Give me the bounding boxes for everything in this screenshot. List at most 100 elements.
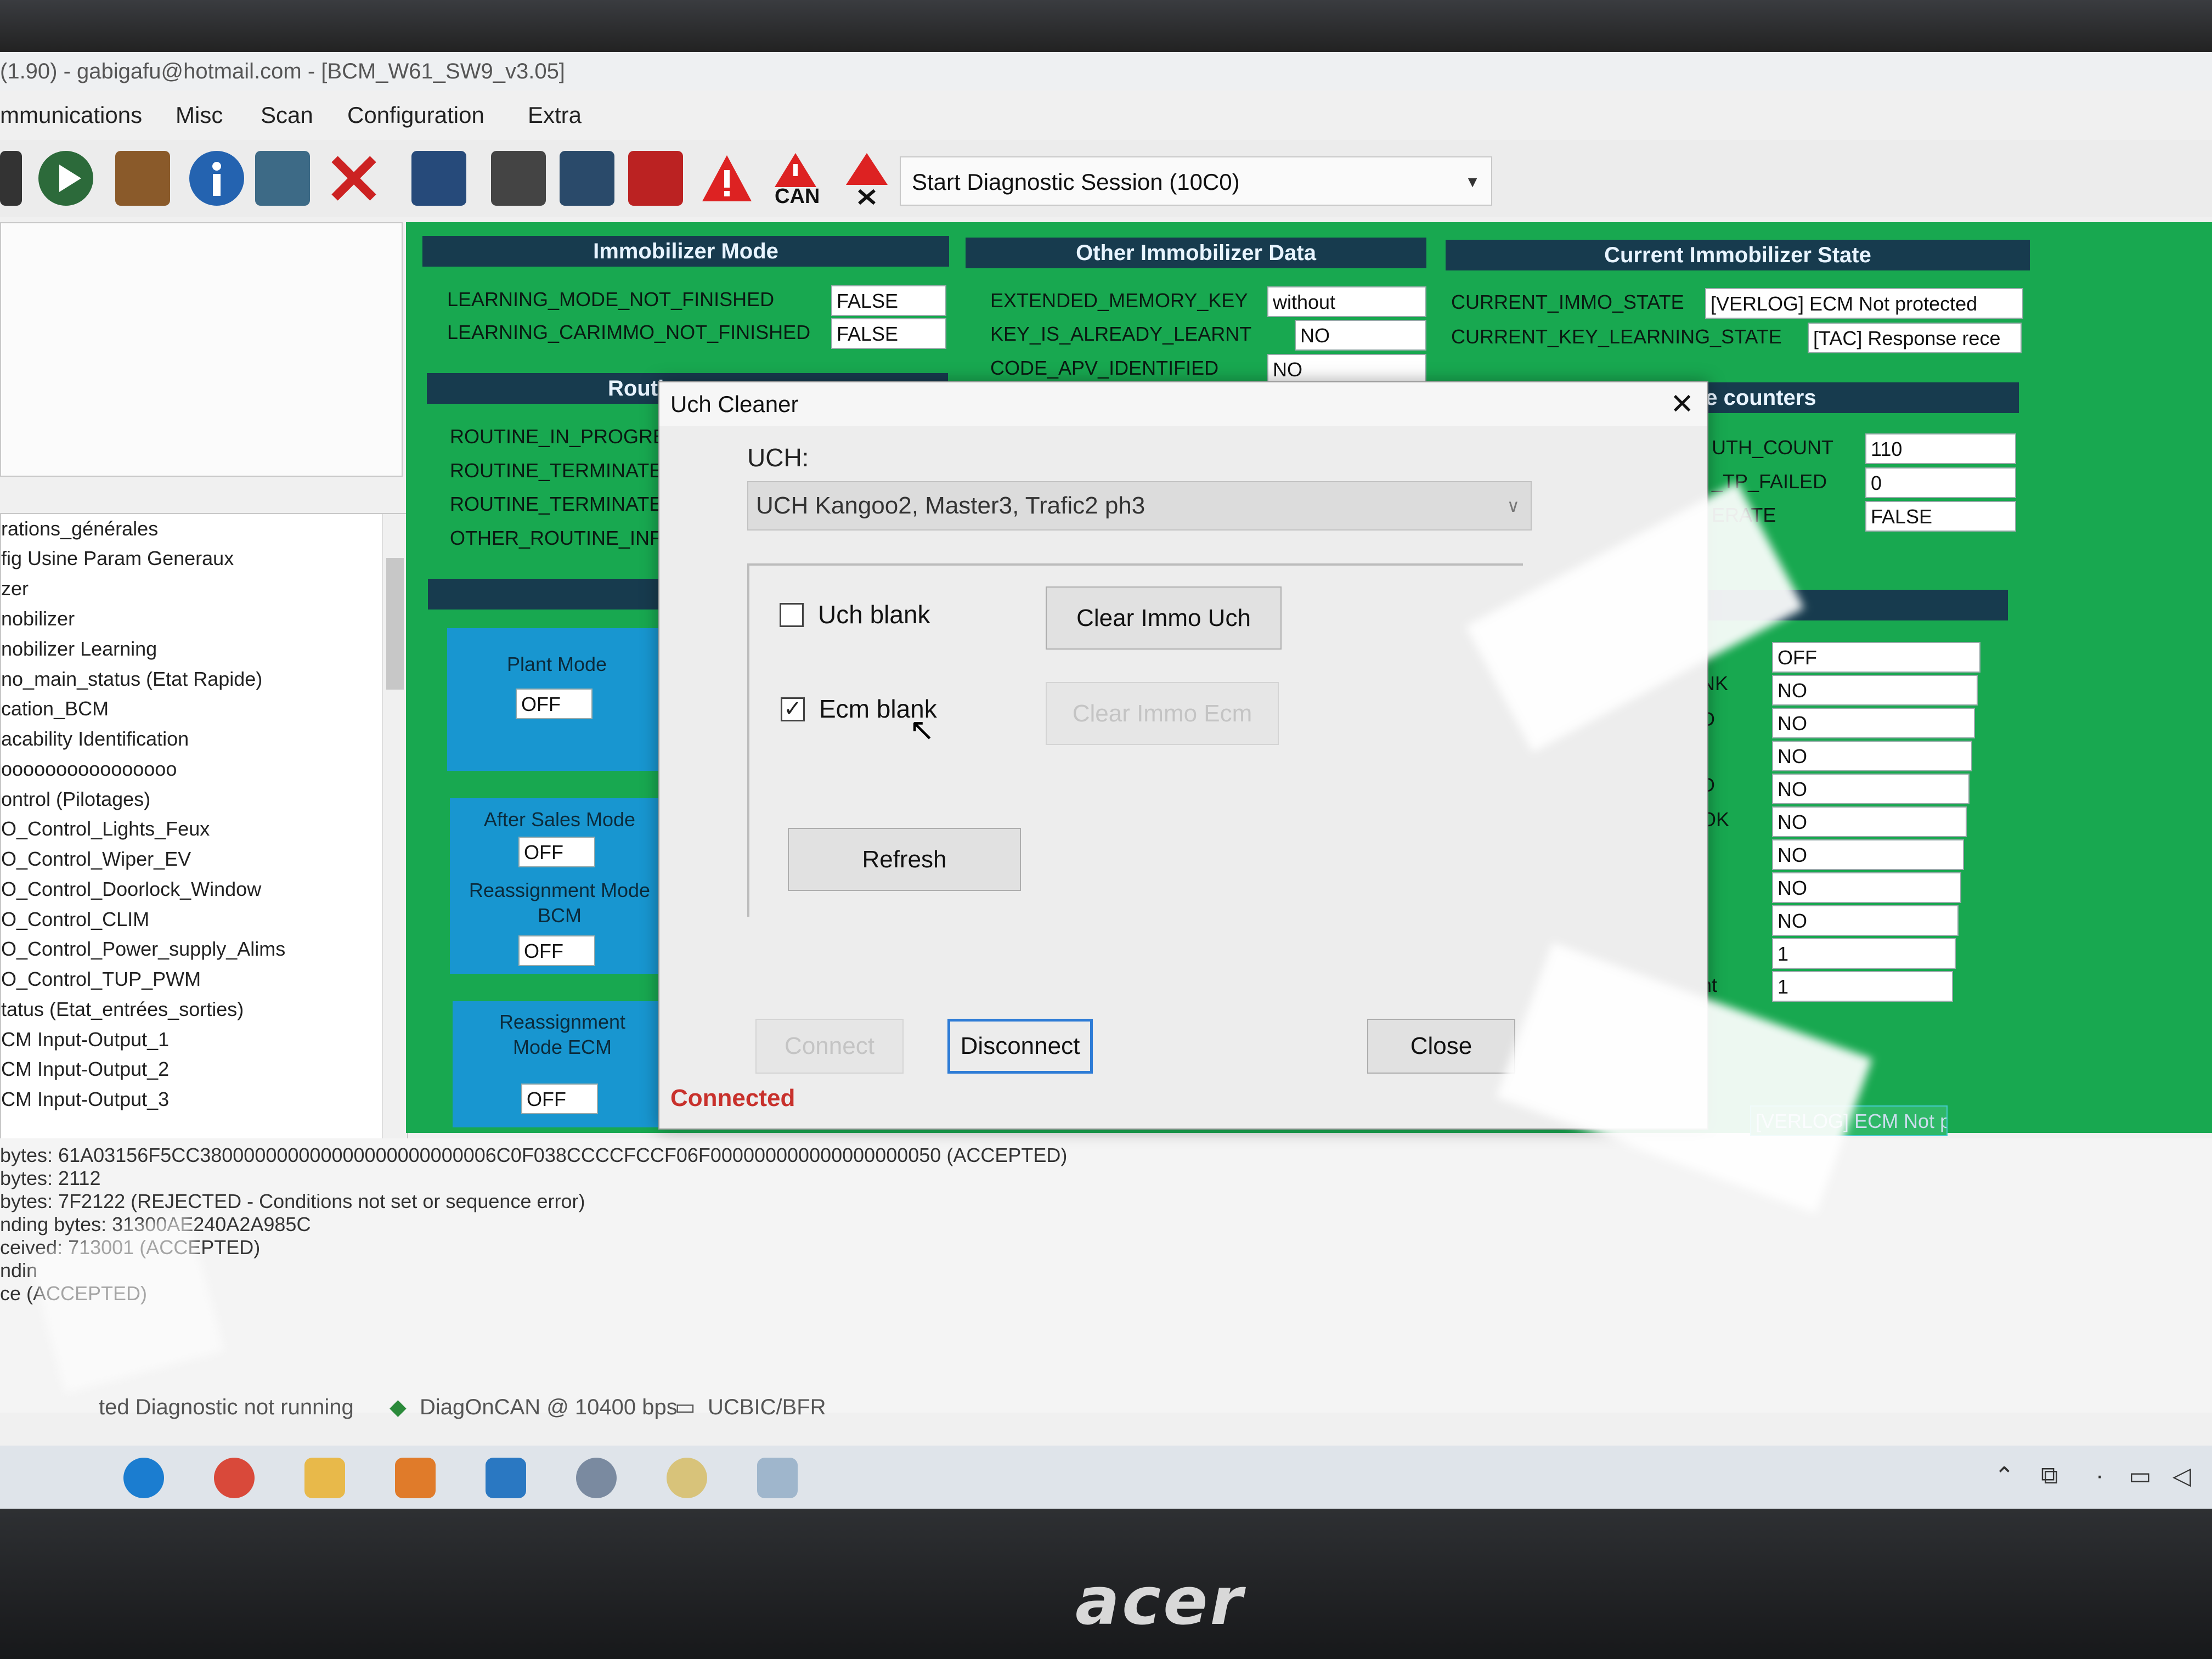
app-icon[interactable] [576, 1458, 617, 1498]
battery-icon[interactable]: ▭ [2129, 1462, 2152, 1490]
can-warning-icon[interactable]: CAN [768, 151, 823, 208]
warning-icon[interactable] [699, 151, 754, 206]
play-icon[interactable] [38, 151, 93, 206]
can-label: CAN [775, 185, 820, 208]
tree-item[interactable]: no_main_status (Etat Rapide) [1, 668, 262, 691]
office-icon[interactable] [395, 1458, 436, 1498]
tree-item[interactable]: ontrol (Pilotages) [1, 788, 150, 811]
tree-scroll-thumb[interactable] [386, 558, 404, 690]
learning-mode-value: FALSE [831, 285, 946, 316]
right-value: NO [1772, 774, 1970, 804]
learning-carimmo-label: LEARNING_CARIMMO_NOT_FINISHED [447, 321, 811, 343]
gear-icon[interactable] [115, 151, 170, 206]
tree-item[interactable]: O_Control_TUP_PWM [1, 968, 201, 991]
tp-failed-value: 0 [1865, 467, 2016, 498]
info-icon[interactable] [189, 151, 244, 206]
refresh-button[interactable]: Refresh [788, 828, 1021, 891]
clear-immo-uch-button[interactable]: Clear Immo Uch [1046, 586, 1282, 650]
options-group: Uch blank Clear Immo Uch ✓ Ecm blank Cle… [747, 563, 1523, 917]
vehicle-icon[interactable] [255, 151, 310, 206]
mail-icon[interactable] [486, 1458, 526, 1498]
tree-item[interactable]: cation_BCM [1, 697, 109, 720]
ucbic-status: UCBIC/BFR [708, 1395, 826, 1419]
app-icon-3[interactable] [757, 1458, 798, 1498]
bus-status: DiagOnCAN @ 10400 bps [420, 1395, 678, 1419]
tree-item[interactable]: O_Control_CLIM [1, 908, 149, 931]
tree-item[interactable]: fig Usine Param Generaux [1, 547, 234, 570]
toolbar: CAN Start Diagnostic Session (10C0) ▼ [0, 140, 2212, 217]
chrome-icon[interactable] [214, 1458, 255, 1498]
learning-mode-label: LEARNING_MODE_NOT_FINISHED [447, 288, 775, 311]
bus-icon: ◆ [390, 1395, 407, 1419]
tree-item[interactable]: nobilizer [1, 607, 75, 630]
log-panel: bytes: 61A03156F5CC380000000000000000000… [0, 1138, 2212, 1413]
ecu-chip-icon[interactable] [491, 151, 546, 206]
laptop-bezel-top [0, 0, 2212, 52]
tree-item[interactable]: CM Input-Output_1 [1, 1028, 169, 1051]
right-value: 1 [1772, 971, 1953, 1002]
tree-item[interactable]: oooooooooooooooo [1, 758, 177, 781]
menu-communications[interactable]: mmunications [0, 96, 142, 134]
auth-count-value: 110 [1865, 433, 2016, 464]
right-value: NO [1772, 872, 1961, 903]
tree-scrollbar[interactable] [382, 514, 407, 1183]
right-value: NO [1772, 905, 1959, 936]
app-icon-2[interactable] [667, 1458, 707, 1498]
erate-value: FALSE [1865, 501, 2016, 532]
disconnect-icon[interactable] [326, 151, 381, 206]
tree-item[interactable]: O_Control_Power_supply_Alims [1, 938, 285, 961]
taskbar: ⌃ ⧉ · ▭ ◁ [0, 1446, 2212, 1509]
uch-blank-checkbox[interactable] [780, 603, 804, 627]
status-bar: ted Diagnostic not running ◆ DiagOnCAN @… [0, 1391, 2212, 1424]
uch-model-value: UCH Kangoo2, Master3, Trafic2 ph3 [756, 492, 1146, 519]
plant-mode-box: Plant Mode OFF [447, 628, 667, 771]
uch-model-select[interactable]: UCH Kangoo2, Master3, Trafic2 ph3 ∨ [747, 481, 1532, 531]
right-value: OFF [1772, 642, 1980, 673]
uch-blank-label: Uch blank [818, 600, 930, 629]
menu-configuration[interactable]: Configuration [347, 96, 484, 134]
tree-item[interactable]: tatus (Etat_entrées_sorties) [1, 998, 244, 1021]
tree-item[interactable]: zer [1, 577, 29, 600]
tree-item[interactable]: rations_générales [1, 517, 158, 540]
key-icon[interactable] [628, 151, 683, 206]
close-button[interactable]: Close [1367, 1019, 1515, 1074]
after-sales-mode-value: OFF [518, 837, 595, 867]
key-learnt-value: NO [1295, 320, 1426, 351]
diagnostic-session-select[interactable]: Start Diagnostic Session (10C0) ▼ [900, 156, 1492, 206]
clear-warning-icon[interactable] [839, 151, 894, 206]
edge-icon[interactable] [123, 1458, 164, 1498]
folder-icon[interactable] [304, 1458, 345, 1498]
chevron-down-icon: ▼ [1465, 173, 1480, 190]
speaker-icon[interactable]: ◁ [2172, 1462, 2191, 1490]
menu-extra[interactable]: Extra [528, 96, 582, 134]
right-value: NO [1772, 741, 1972, 771]
tree-item[interactable]: O_Control_Doorlock_Window [1, 878, 261, 901]
connect-button[interactable]: Connect [755, 1019, 904, 1074]
reassign-bcm-label: Reassignment Mode BCM [469, 879, 651, 927]
binoculars-icon[interactable] [411, 151, 466, 206]
acer-logo: acer [1075, 1564, 1245, 1640]
chevron-down-icon: ∨ [1506, 496, 1520, 516]
reassign-ecm-box: Reassignment Mode ECM OFF [453, 1001, 672, 1127]
module-icon[interactable] [560, 151, 614, 206]
ecm-blank-checkbox[interactable]: ✓ [781, 697, 805, 721]
function-tree: rations_générales fig Usine Param Genera… [0, 513, 408, 1184]
clear-immo-ecm-button[interactable]: Clear Immo Ecm [1046, 682, 1279, 745]
menu-scan[interactable]: Scan [261, 96, 313, 134]
menu-misc[interactable]: Misc [176, 96, 223, 134]
tree-item[interactable]: CM Input-Output_2 [1, 1058, 169, 1081]
routine-row: ROUTINE_TERMINATED [450, 493, 677, 515]
close-icon[interactable]: ✕ [1670, 382, 1694, 426]
tree-item[interactable]: O_Control_Wiper_EV [1, 848, 191, 871]
after-sales-mode-label: After Sales Mode [483, 808, 636, 831]
uch-label: UCH: [747, 443, 809, 472]
network-icon[interactable]: ⧉ [2041, 1462, 2058, 1489]
tray-chevron-up-icon[interactable]: ⌃ [1994, 1462, 2015, 1490]
tree-item[interactable]: nobilizer Learning [1, 637, 157, 661]
stop-icon[interactable] [0, 151, 22, 206]
window-titlebar: (1.90) - gabigafu@hotmail.com - [BCM_W61… [0, 52, 2212, 91]
tree-item[interactable]: O_Control_Lights_Feux [1, 817, 210, 840]
tree-item[interactable]: acability Identification [1, 727, 189, 751]
tree-item[interactable]: CM Input-Output_3 [1, 1088, 169, 1111]
disconnect-button[interactable]: Disconnect [947, 1019, 1093, 1074]
